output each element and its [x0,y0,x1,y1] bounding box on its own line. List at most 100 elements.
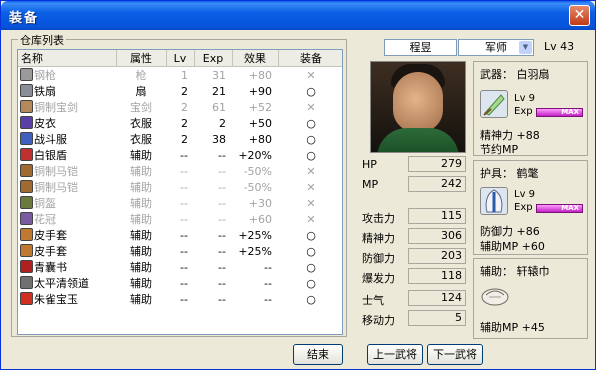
item-name: 白银盾 [34,149,67,162]
accessory-panel: 辅助： 轩辕巾 辅助MP +45 [473,258,588,339]
scroll-book-icon [20,276,33,289]
chevron-down-icon[interactable]: ▼ [519,41,532,54]
stat-label: 爆发力 [362,272,395,285]
item-name-cell[interactable]: 钢枪 [18,67,116,84]
item-equip-mark[interactable]: ✕ [278,179,342,195]
role-select[interactable]: 军师 ▼ [458,39,534,56]
item-equip-mark[interactable]: ○ [278,291,342,307]
item-lv: -- [180,148,188,162]
close-icon[interactable]: ✕ [569,5,590,26]
item-equip-mark[interactable]: ✕ [278,195,342,211]
window-title: 装备 [9,11,40,26]
item-attr: 衣服 [130,133,152,146]
red-jade-icon [20,292,33,305]
table-row[interactable]: 太平清领道 辅助 -- -- -- ○ [18,275,342,291]
table-row[interactable]: 花冠 辅助 -- -- +60 ✕ [18,211,342,227]
item-equip-mark[interactable]: ○ [278,83,342,99]
table-row[interactable]: 铜制马铠 辅助 -- -- -50% ✕ [18,163,342,179]
item-equip-mark[interactable]: ✕ [278,67,342,84]
table-row[interactable]: 铁扇 扇 2 21 +90 ○ [18,83,342,99]
armor-exp-label: Exp [514,202,533,213]
item-exp: -- [218,180,226,194]
item-name: 铜制马铠 [34,165,78,178]
item-equip-mark[interactable]: ○ [278,227,342,243]
stat-row: MP 242 [362,176,472,192]
table-row[interactable]: 钢枪 枪 1 31 +80 ✕ [18,67,342,84]
crane-cloak-icon[interactable] [480,187,508,215]
item-attr: 辅助 [130,165,152,178]
item-equip-mark[interactable]: ✕ [278,163,342,179]
item-name-cell[interactable]: 朱雀宝玉 [18,291,116,307]
item-exp: -- [218,196,226,210]
item-lv: -- [180,212,188,226]
title-bar[interactable]: 装备 ✕ [1,1,595,30]
item-attr: 辅助 [130,245,152,258]
item-exp: 38 [212,132,226,146]
item-name-cell[interactable]: 铜制宝剑 [18,99,116,115]
stat-row: 精神力 306 [362,228,472,245]
col-attr-header[interactable]: 属性 [116,50,167,67]
item-effect: +25% [238,244,272,258]
item-name-cell[interactable]: 白银盾 [18,147,116,163]
armor-stat-1: 防御力 +86 [480,225,540,238]
table-row[interactable]: 皮衣 衣服 2 2 +50 ○ [18,115,342,131]
warehouse-list[interactable]: 名称 属性 Lv Exp 效果 装备 钢枪枪 1 31 +80 ✕ 铁扇扇 2 21 +90 ○ 铜… [17,49,343,335]
table-row[interactable]: 青囊书 辅助 -- -- -- ○ [18,259,342,275]
col-lv-header[interactable]: Lv [166,50,195,67]
item-table: 名称 属性 Lv Exp 效果 装备 钢枪枪 1 31 +80 ✕ 铁扇扇 2 21 +90 ○ 铜… [18,50,342,307]
sword-icon [20,100,33,113]
item-equip-mark[interactable]: ✕ [278,211,342,227]
item-lv: -- [180,196,188,210]
item-name-cell[interactable]: 皮手套 [18,227,116,243]
item-name-cell[interactable]: 青囊书 [18,259,116,275]
table-row[interactable]: 战斗服 衣服 2 38 +80 ○ [18,131,342,147]
table-row[interactable]: 铜制马铠 辅助 -- -- -50% ✕ [18,179,342,195]
item-lv: -- [180,292,188,306]
item-name-cell[interactable]: 太平清领道 [18,275,116,291]
col-name-header[interactable]: 名称 [18,50,117,67]
table-row[interactable]: 白银盾 辅助 -- -- +20% ○ [18,147,342,163]
stat-label: 防御力 [362,252,395,265]
table-row[interactable]: 铜制宝剑 宝剑 2 61 +52 ✕ [18,99,342,115]
col-equip-header[interactable]: 装备 [278,50,342,67]
item-name-cell[interactable]: 战斗服 [18,131,116,147]
close-button[interactable]: 结束 [293,344,343,365]
feather-fan-icon[interactable] [480,90,508,118]
item-name: 皮手套 [34,245,67,258]
item-name-cell[interactable]: 铁扇 [18,83,116,99]
item-equip-mark[interactable]: ○ [278,115,342,131]
stat-label: HP [362,158,377,171]
table-row[interactable]: 朱雀宝玉 辅助 -- -- -- ○ [18,291,342,307]
stat-row: 士气 124 [362,290,472,307]
item-name-cell[interactable]: 铜制马铠 [18,163,116,179]
item-name-cell[interactable]: 铜制马铠 [18,179,116,195]
item-equip-mark[interactable]: ○ [278,131,342,147]
prev-general-button[interactable]: 上一武将 [367,344,423,365]
item-exp: -- [218,212,226,226]
item-name-cell[interactable]: 花冠 [18,211,116,227]
stat-row: 爆发力 118 [362,268,472,285]
next-general-button[interactable]: 下一武将 [427,344,483,365]
item-name-cell[interactable]: 铜盔 [18,195,116,211]
stat-value: 279 [408,156,466,172]
item-equip-mark[interactable]: ○ [278,147,342,163]
stat-label: 精神力 [362,232,395,245]
item-name-cell[interactable]: 皮手套 [18,243,116,259]
item-equip-mark[interactable]: ○ [278,243,342,259]
item-name: 铜制宝剑 [34,101,78,114]
table-row[interactable]: 铜盔 辅助 -- -- +30 ✕ [18,195,342,211]
item-name-cell[interactable]: 皮衣 [18,115,116,131]
item-lv: -- [180,180,188,194]
item-equip-mark[interactable]: ○ [278,275,342,291]
accessory-stat-1: 辅助MP +45 [480,321,545,334]
headscarf-icon[interactable] [480,283,510,307]
item-lv: 2 [181,84,188,98]
table-row[interactable]: 皮手套 辅助 -- -- +25% ○ [18,227,342,243]
col-exp-header[interactable]: Exp [194,50,233,67]
leather-coat-icon [20,116,33,129]
table-row[interactable]: 皮手套 辅助 -- -- +25% ○ [18,243,342,259]
item-equip-mark[interactable]: ✕ [278,99,342,115]
item-name: 朱雀宝玉 [34,293,78,306]
item-equip-mark[interactable]: ○ [278,259,342,275]
col-effect-header[interactable]: 效果 [232,50,279,67]
